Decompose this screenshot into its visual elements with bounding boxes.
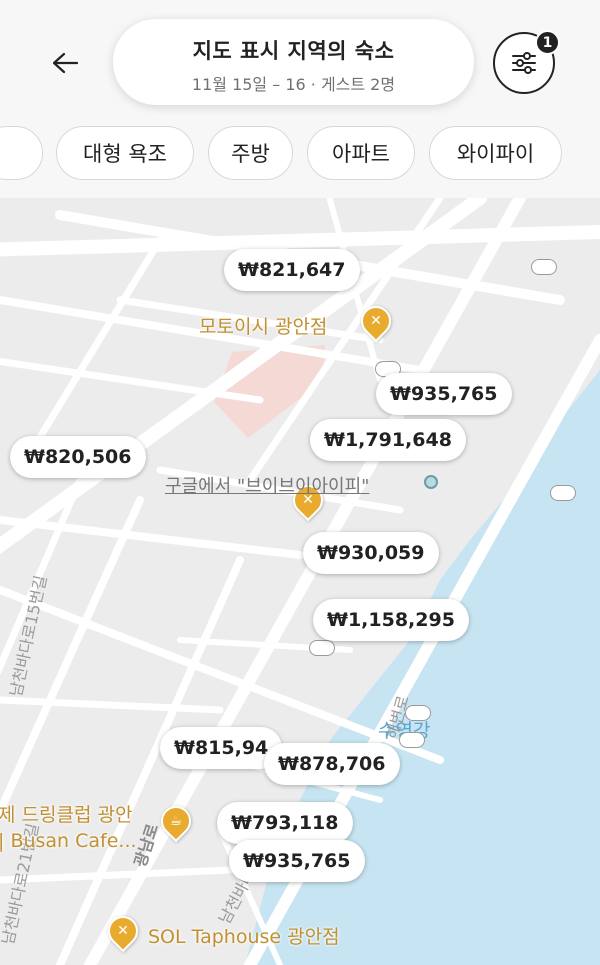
map-overlay-text: 구글에서 "브이브이아이피": [165, 476, 370, 497]
chip-wifi[interactable]: 와이파이: [429, 126, 562, 180]
back-button[interactable]: [40, 40, 90, 86]
listing-marker-small[interactable]: [405, 705, 431, 721]
fork-knife-icon: ✕: [117, 923, 129, 939]
chip-kitchen[interactable]: 주방: [208, 126, 293, 180]
price-marker[interactable]: ₩1,158,295: [313, 599, 469, 641]
chip-apartment[interactable]: 아파트: [307, 126, 415, 180]
price-marker[interactable]: ₩935,765: [229, 840, 365, 882]
search-title: 지도 표시 지역의 숙소: [192, 39, 395, 63]
price-marker[interactable]: ₩878,706: [264, 743, 400, 785]
price-marker[interactable]: ₩793,118: [217, 802, 353, 844]
listing-marker-small[interactable]: [531, 259, 557, 275]
listing-marker-small[interactable]: [550, 485, 576, 501]
price-marker[interactable]: ₩930,059: [303, 532, 439, 574]
cup-icon: ☕: [169, 813, 183, 829]
location-dot: [424, 475, 438, 489]
price-marker[interactable]: ₩821,647: [224, 249, 360, 291]
poi-label-2b[interactable]: | Busan Cafe...: [0, 830, 137, 852]
price-marker[interactable]: ₩1,791,648: [310, 419, 466, 461]
chip-large-bathtub[interactable]: 대형 욕조: [56, 126, 194, 180]
top-bar: 지도 표시 지역의 숙소 11월 15일 – 16 · 게스트 2명 1 대형 …: [0, 0, 600, 198]
fork-knife-icon: ✕: [370, 313, 382, 329]
listing-marker-small[interactable]: [399, 732, 425, 748]
price-marker[interactable]: ₩935,765: [376, 373, 512, 415]
poi-label-2a[interactable]: 제 드링클럽 광안: [0, 800, 132, 827]
poi-label-3[interactable]: SOL Taphouse 광안점: [148, 922, 340, 949]
filter-count-badge: 1: [535, 30, 560, 55]
arrow-left-icon: [52, 52, 79, 74]
sliders-icon: [512, 52, 536, 74]
search-summary[interactable]: 지도 표시 지역의 숙소 11월 15일 – 16 · 게스트 2명: [113, 19, 474, 105]
listing-marker-small[interactable]: [309, 640, 335, 656]
chip-partial[interactable]: [0, 126, 43, 180]
search-subtitle: 11월 15일 – 16 · 게스트 2명: [191, 75, 396, 94]
poi-label-1[interactable]: 모토이시 광안점: [199, 312, 327, 339]
price-marker[interactable]: ₩820,506: [10, 436, 146, 478]
map-view[interactable]: 남천바다로15번길 남천바다로21번길 남천바다로33번길 광남로 해변로 수영…: [0, 198, 600, 965]
